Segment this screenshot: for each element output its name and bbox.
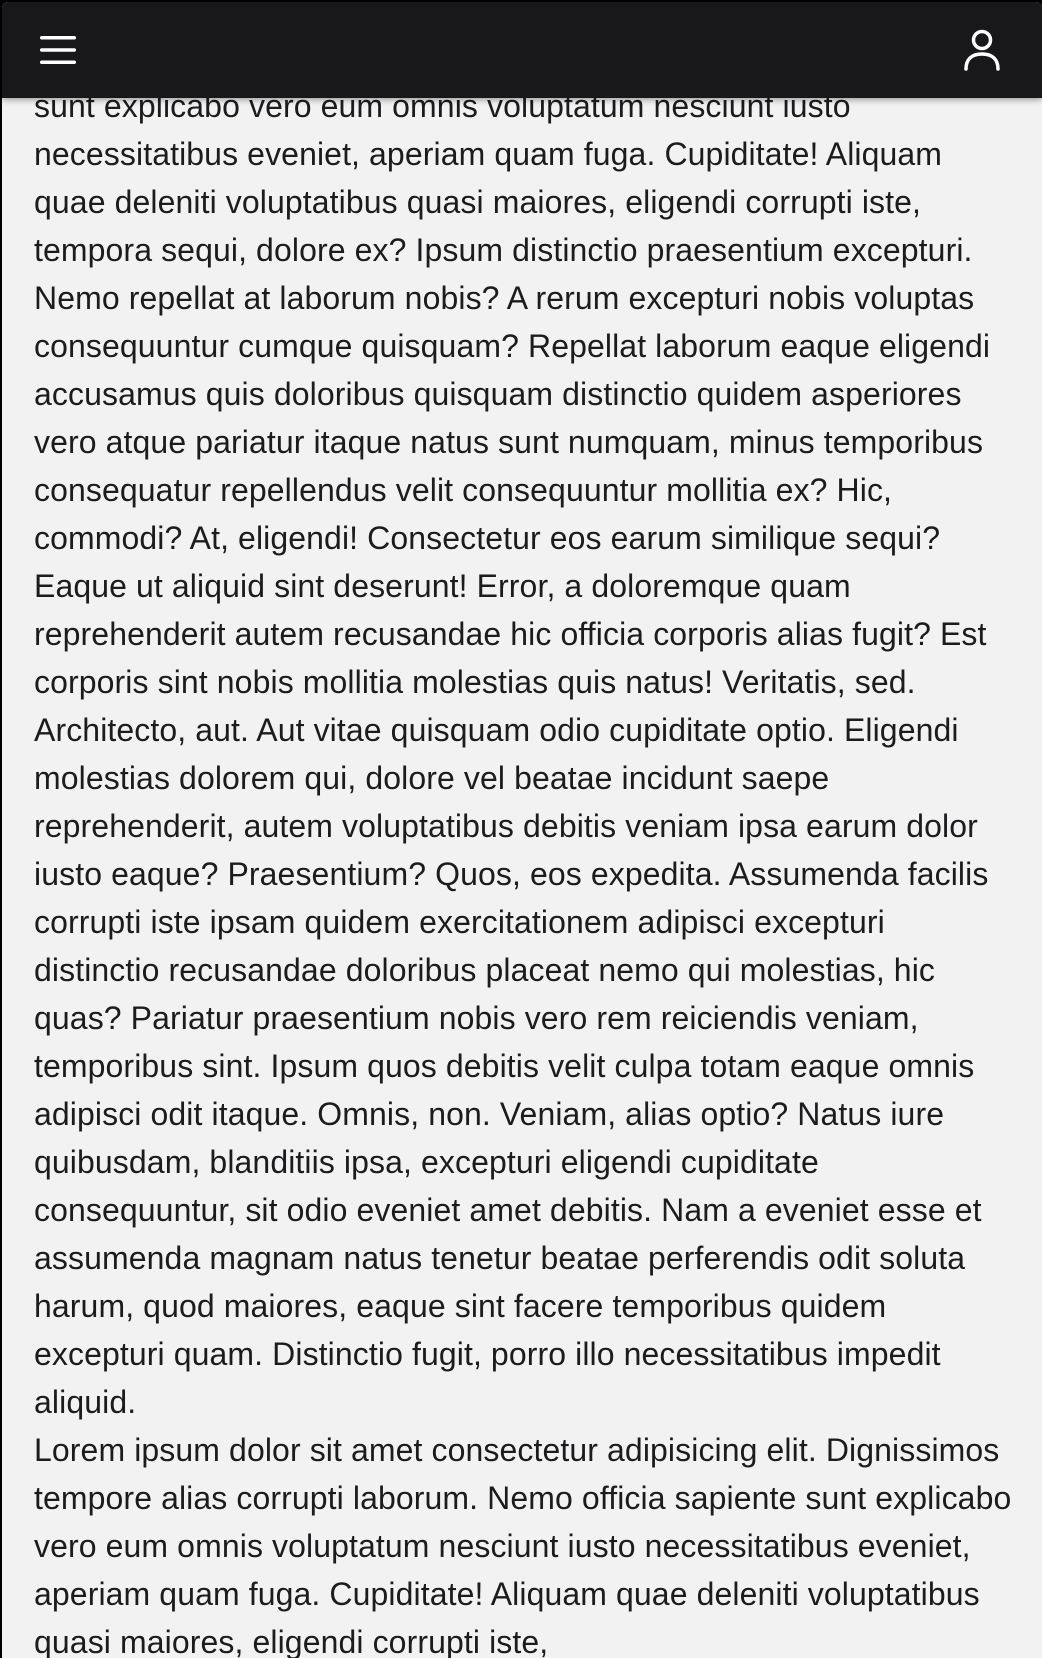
user-profile-button[interactable] <box>954 22 1010 78</box>
body-paragraph-1: sunt explicabo vero eum omnis voluptatum… <box>34 88 991 1420</box>
hamburger-menu-icon <box>40 36 76 64</box>
body-paragraph-2: Lorem ipsum dolor sit amet consectetur a… <box>34 1432 1012 1658</box>
main-content: sunt explicabo vero eum omnis voluptatum… <box>34 82 1014 1658</box>
user-profile-icon <box>964 29 1000 71</box>
menu-button[interactable] <box>30 22 86 78</box>
app-frame: sunt explicabo vero eum omnis voluptatum… <box>2 2 1042 1658</box>
top-navigation-bar <box>2 2 1042 98</box>
